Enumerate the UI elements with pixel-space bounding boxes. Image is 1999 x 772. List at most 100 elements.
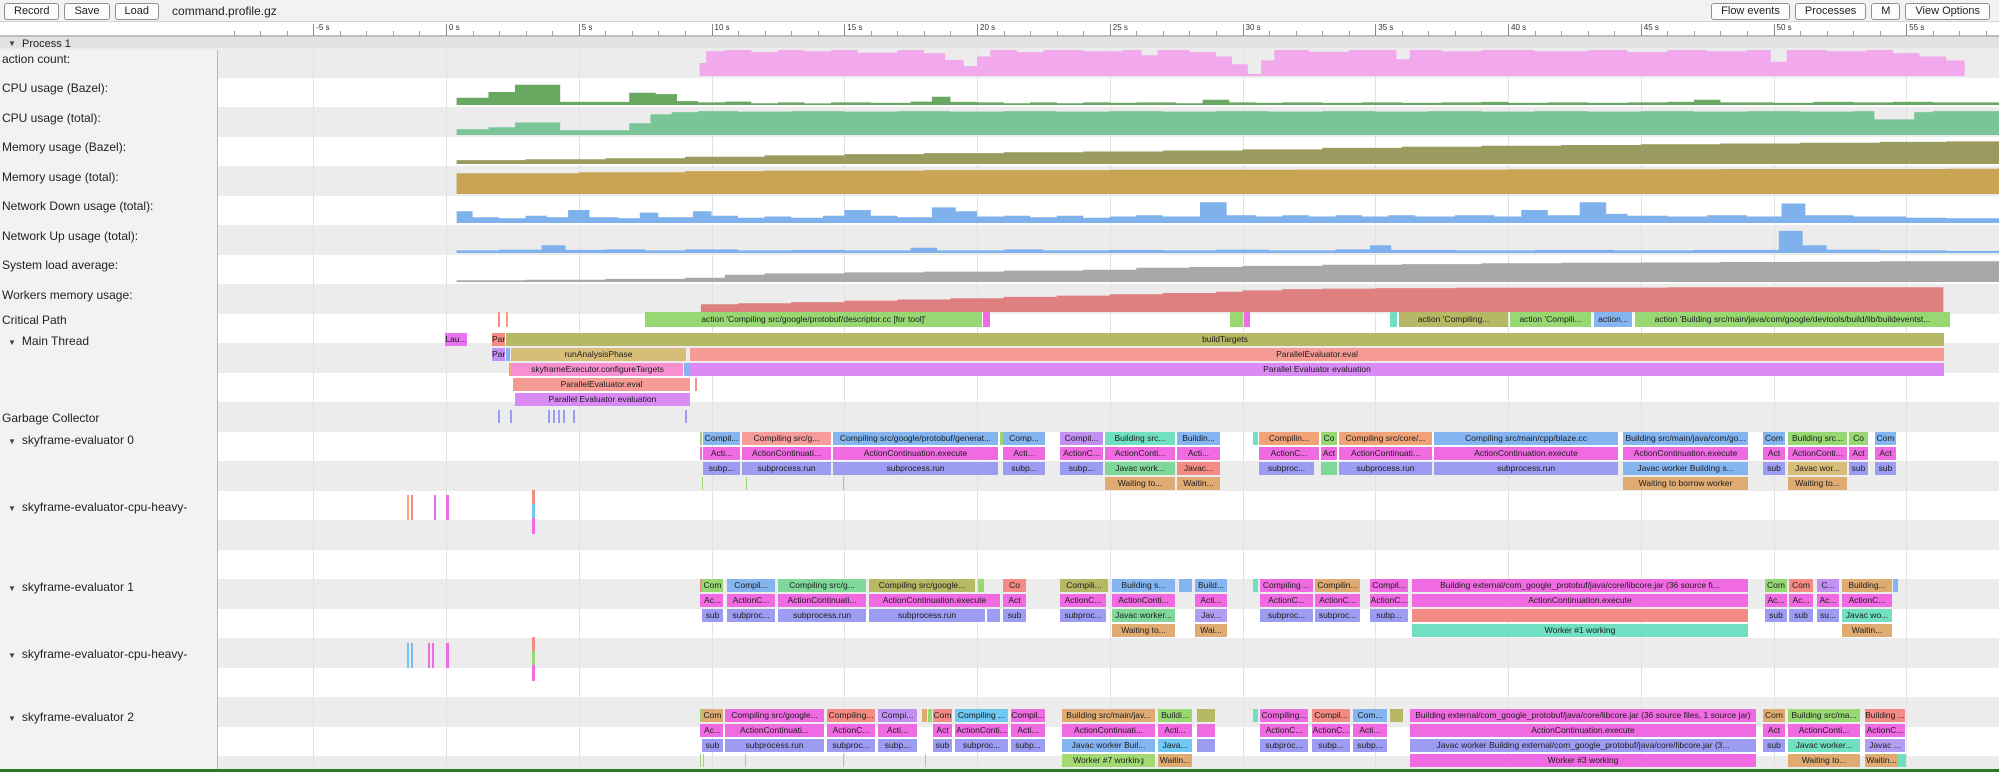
trace-event-sliver[interactable] (532, 637, 535, 651)
trace-event-sliver[interactable] (922, 709, 927, 722)
trace-event-bar[interactable]: skyframeExecutor.configureTargets (512, 363, 683, 376)
trace-event-sliver[interactable] (1197, 709, 1215, 722)
trace-event-bar[interactable]: Compil... (1011, 709, 1045, 722)
collapse-triangle-icon[interactable]: ▼ (8, 504, 16, 513)
trace-event-sliver[interactable] (532, 490, 535, 504)
trace-event-bar[interactable]: Ac... (1789, 594, 1813, 607)
trace-event-bar[interactable]: Act (1849, 447, 1868, 460)
trace-event-bar[interactable]: Com (1763, 709, 1785, 722)
trace-event-sliver[interactable] (745, 754, 746, 767)
trace-event-sliver[interactable] (1390, 312, 1397, 327)
collapse-triangle-icon[interactable]: ▼ (8, 584, 16, 593)
trace-event-bar[interactable]: subproc... (1060, 609, 1106, 622)
trace-event-sliver[interactable] (1253, 709, 1258, 722)
trace-event-sliver[interactable] (983, 312, 990, 327)
trace-event-sliver[interactable] (411, 495, 413, 520)
trace-event-bar[interactable]: Waitin... (1158, 754, 1192, 767)
trace-event-sliver[interactable] (548, 410, 550, 423)
trace-event-sliver[interactable] (928, 709, 932, 722)
trace-event-bar[interactable]: subprocess.run (833, 462, 998, 475)
trace-event-bar[interactable]: Compiling src/core/... (1339, 432, 1432, 445)
track-label-skyframe-evaluator-cpu-heavy[interactable]: ▼skyframe-evaluator-cpu-heavy- (8, 500, 187, 514)
trace-event-bar[interactable]: sub (1003, 609, 1026, 622)
trace-event-bar[interactable]: subproc... (827, 739, 875, 752)
trace-event-bar[interactable]: Javac worker... (1112, 609, 1175, 622)
trace-event-bar[interactable]: Javac worker Building s... (1623, 462, 1748, 475)
trace-event-bar[interactable]: Compiling src/main/cpp/blaze.cc (1434, 432, 1618, 445)
trace-event-bar[interactable]: sub (1763, 462, 1785, 475)
track-label-main-thread[interactable]: ▼Main Thread (8, 334, 89, 348)
trace-event-bar[interactable]: subproc... (955, 739, 1008, 752)
trace-event-bar[interactable]: ActionContinuation.execute (1412, 594, 1748, 607)
trace-event-bar[interactable]: subproc... (1260, 739, 1308, 752)
trace-event-bar[interactable]: ActionContinuati... (742, 447, 831, 460)
trace-event-bar[interactable]: Com... (1353, 709, 1387, 722)
trace-event-bar[interactable]: Worker #3 working (1410, 754, 1756, 767)
trace-event-bar[interactable]: Acti... (1177, 447, 1220, 460)
trace-event-sliver[interactable] (434, 495, 436, 520)
trace-event-bar[interactable]: Compil... (1312, 709, 1350, 722)
trace-event-bar[interactable]: Building... (1842, 579, 1892, 592)
track-label-skyframe-evaluator-cpu-heavy[interactable]: ▼skyframe-evaluator-cpu-heavy- (8, 647, 187, 661)
trace-event-bar[interactable]: ActionContinuation.execute (869, 594, 1000, 607)
trace-event-bar[interactable]: Waiting to... (1788, 754, 1860, 767)
trace-event-bar[interactable]: ActionC... (1370, 594, 1408, 607)
trace-event-bar[interactable]: Acti... (1158, 724, 1192, 737)
trace-event-bar[interactable]: ActionConti... (1112, 594, 1175, 607)
trace-event-bar[interactable]: Buildi... (1158, 709, 1192, 722)
trace-event-bar[interactable]: Javac worker Building external/com_googl… (1410, 739, 1756, 752)
trace-event-bar[interactable]: Acti... (878, 724, 917, 737)
track-label-skyframe-evaluator-0[interactable]: ▼skyframe-evaluator 0 (8, 433, 134, 447)
trace-event-sliver[interactable] (1244, 312, 1250, 327)
trace-event-sliver[interactable] (685, 410, 687, 423)
trace-event-bar[interactable]: ActionContinuation.execute (1623, 447, 1748, 460)
trace-event-sliver[interactable] (553, 410, 555, 423)
trace-event-bar[interactable]: Act (1875, 447, 1896, 460)
trace-event-bar[interactable]: subproc... (727, 609, 775, 622)
trace-event-bar[interactable]: Wai... (1195, 624, 1227, 637)
trace-event-bar[interactable]: runAnalysisPhase (511, 348, 686, 361)
trace-event-bar[interactable]: Building src... (1788, 432, 1847, 445)
trace-event-bar[interactable]: Javac worker... (1788, 739, 1860, 752)
collapse-triangle-icon[interactable]: ▼ (8, 651, 16, 660)
trace-event-bar[interactable]: Compiling... (1260, 709, 1308, 722)
trace-event-bar[interactable]: Acti... (1011, 724, 1045, 737)
trace-event-sliver[interactable] (532, 665, 535, 681)
trace-event-bar[interactable]: Waiting to... (1105, 477, 1175, 490)
trace-event-sliver[interactable] (563, 410, 565, 423)
trace-event-sliver[interactable] (506, 348, 510, 361)
trace-event-bar[interactable]: Building s... (1112, 579, 1175, 592)
trace-event-sliver[interactable] (978, 579, 984, 592)
trace-event-bar[interactable]: Javac ... (1865, 739, 1905, 752)
trace-event-bar[interactable]: ActionContinuati... (778, 594, 866, 607)
trace-event-bar[interactable]: Com (1875, 432, 1896, 445)
trace-event-sliver[interactable] (1390, 709, 1403, 722)
trace-event-bar[interactable]: subproc... (1259, 462, 1314, 475)
trace-event-bar[interactable]: ActionC... (1312, 724, 1350, 737)
trace-event-sliver[interactable] (1898, 754, 1906, 767)
trace-event-bar[interactable]: sub (1849, 462, 1868, 475)
trace-event-bar[interactable]: Ac... (1765, 594, 1787, 607)
trace-event-bar[interactable]: ActionC... (1315, 594, 1360, 607)
trace-event-bar[interactable]: Waitin... (1865, 754, 1898, 767)
trace-event-bar[interactable]: ActionConti... (1105, 447, 1175, 460)
trace-event-sliver[interactable] (428, 643, 430, 668)
trace-event-bar[interactable]: Compiling src/google... (725, 709, 824, 722)
trace-event-bar[interactable]: action 'Compili... (1510, 312, 1591, 327)
trace-event-sliver[interactable] (1230, 312, 1243, 327)
trace-event-bar[interactable]: Com (702, 709, 723, 722)
trace-event-bar[interactable]: action 'Compiling... (1399, 312, 1508, 327)
trace-event-bar[interactable]: ActionConti... (955, 724, 1008, 737)
trace-event-sliver[interactable] (407, 643, 409, 668)
trace-event-bar[interactable]: buildTargets (506, 333, 1944, 346)
track-label-skyframe-evaluator-1[interactable]: ▼skyframe-evaluator 1 (8, 580, 134, 594)
trace-event-bar[interactable]: subproc... (1260, 609, 1313, 622)
trace-event-sliver[interactable] (510, 410, 512, 423)
trace-event-bar[interactable]: Act (1321, 447, 1337, 460)
trace-event-bar[interactable]: Waiting to... (1112, 624, 1175, 637)
trace-event-bar[interactable]: sub (702, 739, 723, 752)
trace-event-sliver[interactable] (843, 754, 844, 767)
trace-event-bar[interactable]: Par (492, 348, 505, 361)
trace-event-bar[interactable]: Parallel Evaluator evaluation (690, 363, 1944, 376)
counter-charts-canvas[interactable] (0, 0, 1999, 772)
